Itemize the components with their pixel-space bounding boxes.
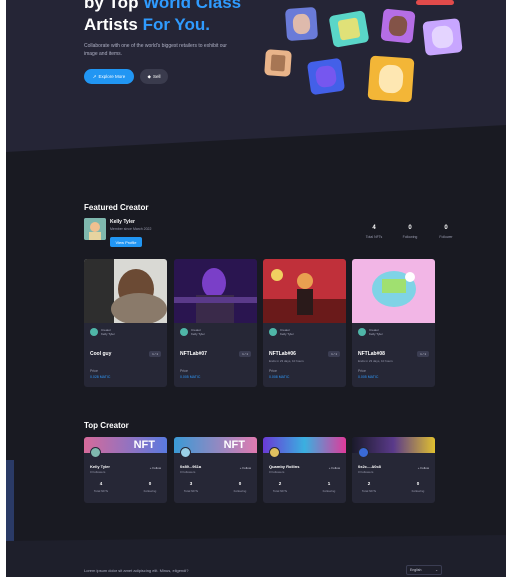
hero-nft-image: [284, 6, 319, 42]
creator-followers: 0 Followers: [358, 470, 374, 474]
footer-text: Lorem ipsum dolor sit amet adipiscing el…: [84, 568, 189, 573]
price-label: Price: [269, 369, 277, 373]
explore-more-button[interactable]: ➚ Explore More: [84, 69, 134, 84]
avatar: [90, 447, 101, 458]
nft-name: NFTLab#08: [358, 351, 385, 357]
avatar: [269, 328, 277, 336]
featured-creator-title: Featured Creator: [84, 203, 149, 212]
hero-nft-image: [328, 10, 370, 48]
nft-image: [352, 259, 435, 323]
nft-image: [263, 259, 346, 323]
nft-owner[interactable]: Creator Kelly Tyler: [180, 328, 205, 336]
hero-nft-image: [416, 0, 454, 5]
stat-total-nfts: 4 Total NFTs: [365, 225, 383, 239]
featured-creator-name[interactable]: Kelly Tyler: [110, 219, 135, 225]
edition-badge: 1 / 1: [417, 351, 429, 357]
price-value: 0.005 MATIC: [180, 375, 201, 379]
rocket-icon: ➚: [92, 73, 97, 79]
follow-button[interactable]: + Follow: [150, 466, 161, 470]
creator-name: Kelly Tyler: [90, 464, 110, 469]
creator-followers: 0 Followers: [180, 470, 196, 474]
stat-following: 0 Following: [402, 225, 418, 239]
language-select[interactable]: English ⌄: [406, 565, 442, 575]
edition-badge: 1 / 1: [239, 351, 251, 357]
creator-following: 1 Following: [322, 481, 336, 493]
nft-card[interactable]: Creator Kelly Tyler NFTLab#08 Ends in 23 …: [352, 259, 435, 387]
creator-card[interactable]: NFT 0x89...961a 0 Followers + Follow 3 To…: [174, 437, 257, 503]
chevron-down-icon: ⌄: [435, 568, 438, 572]
nft-owner[interactable]: Creator Kelly Tyler: [269, 328, 294, 336]
follow-button[interactable]: + Follow: [329, 466, 340, 470]
creator-following: 0 Following: [411, 481, 425, 493]
nft-owner[interactable]: Creator Kelly Tyler: [358, 328, 383, 336]
hero-nft-image: [264, 49, 292, 77]
auction-ends: Ends in 23 days, 10 hours: [358, 359, 393, 363]
creator-total-nfts: 3 Total NFTs: [183, 481, 199, 493]
follow-button[interactable]: + Follow: [240, 466, 251, 470]
creator-total-nfts: 2 Total NFTs: [361, 481, 377, 493]
nft-image: [174, 259, 257, 323]
stat-followers: 0 Follower: [439, 225, 453, 239]
avatar: [358, 447, 369, 458]
nft-name: NFTLab#06: [269, 351, 296, 357]
price-value: 0.008 MATIC: [269, 375, 290, 379]
creator-following: 0 Following: [233, 481, 247, 493]
auction-ends: Ends in 23 days, 10 hours: [269, 359, 304, 363]
sell-button[interactable]: ◆ Sell: [140, 69, 168, 84]
avatar: [269, 447, 280, 458]
featured-creator-avatar[interactable]: [84, 218, 106, 240]
creator-card[interactable]: Quamby Rollins 0 Followers + Follow 2 Tot…: [263, 437, 346, 503]
member-since: Member since March 2022: [110, 227, 152, 231]
creator-total-nfts: 2 Total NFTs: [272, 481, 288, 493]
featured-creator-stats: 4 Total NFTs 0 Following 0 Follower: [362, 225, 458, 239]
price-value: 0.005 MATIC: [358, 375, 379, 379]
hero-nft-image: [306, 57, 346, 96]
price-label: Price: [180, 369, 188, 373]
creator-name: 0x89...961a: [180, 464, 202, 469]
nft-card[interactable]: Creator Kelly Tyler NFTLab#06 Ends in 23 …: [263, 259, 346, 387]
creator-card[interactable]: 0x2c....A0c8 0 Followers + Follow 2 Total…: [352, 437, 435, 503]
price-value: 0.028 MATIC: [90, 375, 111, 379]
view-profile-button[interactable]: View Profile: [110, 237, 142, 247]
hero-description: Collaborate with one of the world's bigg…: [84, 43, 227, 57]
avatar: [358, 328, 366, 336]
avatar: [90, 328, 98, 336]
nft-name: NFTLab#07: [180, 351, 207, 357]
nft-card[interactable]: Creator Kelly Tyler NFTLab#07 1 / 1 Price…: [174, 259, 257, 387]
hero-title: by Top World Class Artists For You.: [84, 0, 242, 34]
nft-owner[interactable]: Creator Kelly Tyler: [90, 328, 115, 336]
avatar: [180, 447, 191, 458]
creator-card[interactable]: NFT Kelly Tyler 0 Followers + Follow 4 To…: [84, 437, 167, 503]
price-label: Price: [90, 369, 98, 373]
creator-following: 0 Following: [143, 481, 157, 493]
creator-followers: 0 Followers: [269, 470, 285, 474]
creator-name: Quamby Rollins: [269, 464, 300, 469]
top-creator-title: Top Creator: [84, 421, 129, 430]
creator-total-nfts: 4 Total NFTs: [93, 481, 109, 493]
edition-badge: 1 / 1: [149, 351, 161, 357]
nft-image: [84, 259, 167, 323]
hero-nft-image: [367, 55, 415, 103]
page: by Top World Class Artists For You. Coll…: [6, 0, 506, 577]
edition-badge: 1 / 1: [328, 351, 340, 357]
hero-nft-image: [380, 8, 416, 44]
avatar: [180, 328, 188, 336]
nft-name: Cool guy: [90, 351, 112, 357]
follow-button[interactable]: + Follow: [418, 466, 429, 470]
creator-followers: 0 Followers: [90, 470, 106, 474]
nft-card[interactable]: Creator Kelly Tyler Cool guy 1 / 1 Price …: [84, 259, 167, 387]
tag-icon: ◆: [147, 73, 151, 79]
price-label: Price: [358, 369, 366, 373]
creator-name: 0x2c....A0c8: [358, 464, 381, 469]
hero-nft-image: [422, 18, 463, 56]
